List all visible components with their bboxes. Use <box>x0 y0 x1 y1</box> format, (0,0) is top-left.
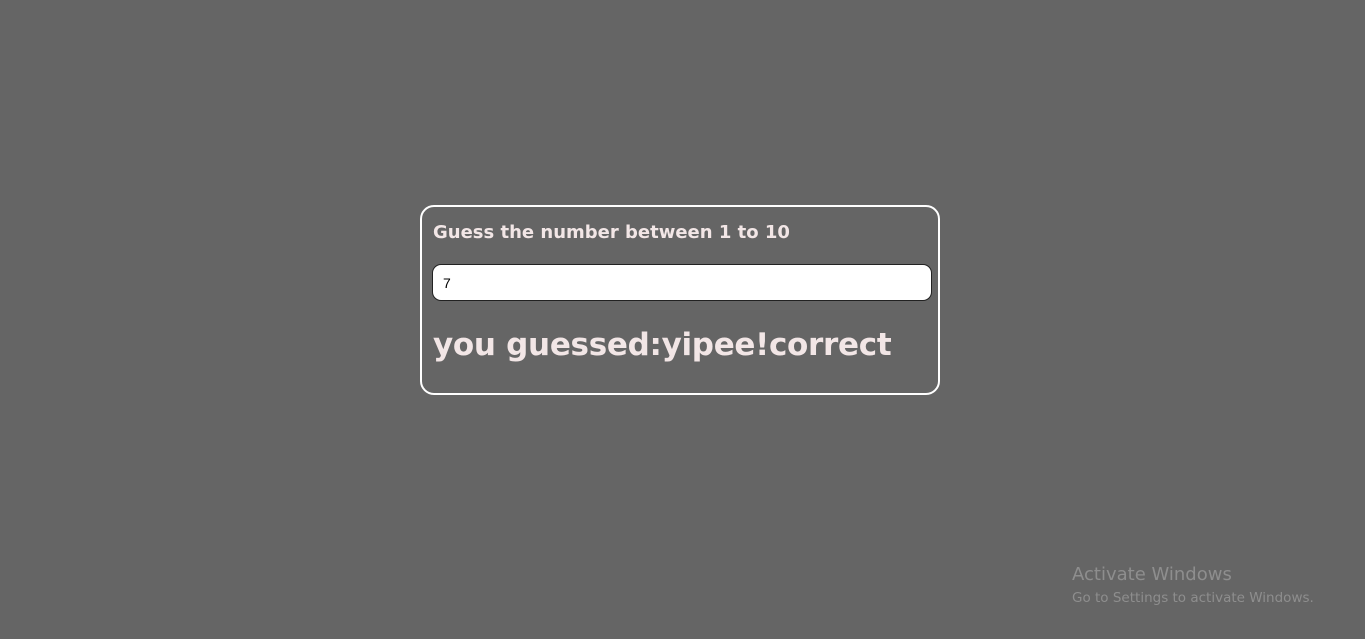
activate-windows-watermark: Activate Windows Go to Settings to activ… <box>1072 564 1314 608</box>
guess-result: you guessed:yipee!correct <box>433 327 892 363</box>
watermark-title: Activate Windows <box>1072 564 1232 585</box>
guess-input[interactable] <box>432 264 932 301</box>
guess-game-card: Guess the number between 1 to 10 you gue… <box>420 205 940 395</box>
guess-prompt: Guess the number between 1 to 10 <box>433 222 790 243</box>
watermark-subtitle: Go to Settings to activate Windows. <box>1072 590 1314 606</box>
